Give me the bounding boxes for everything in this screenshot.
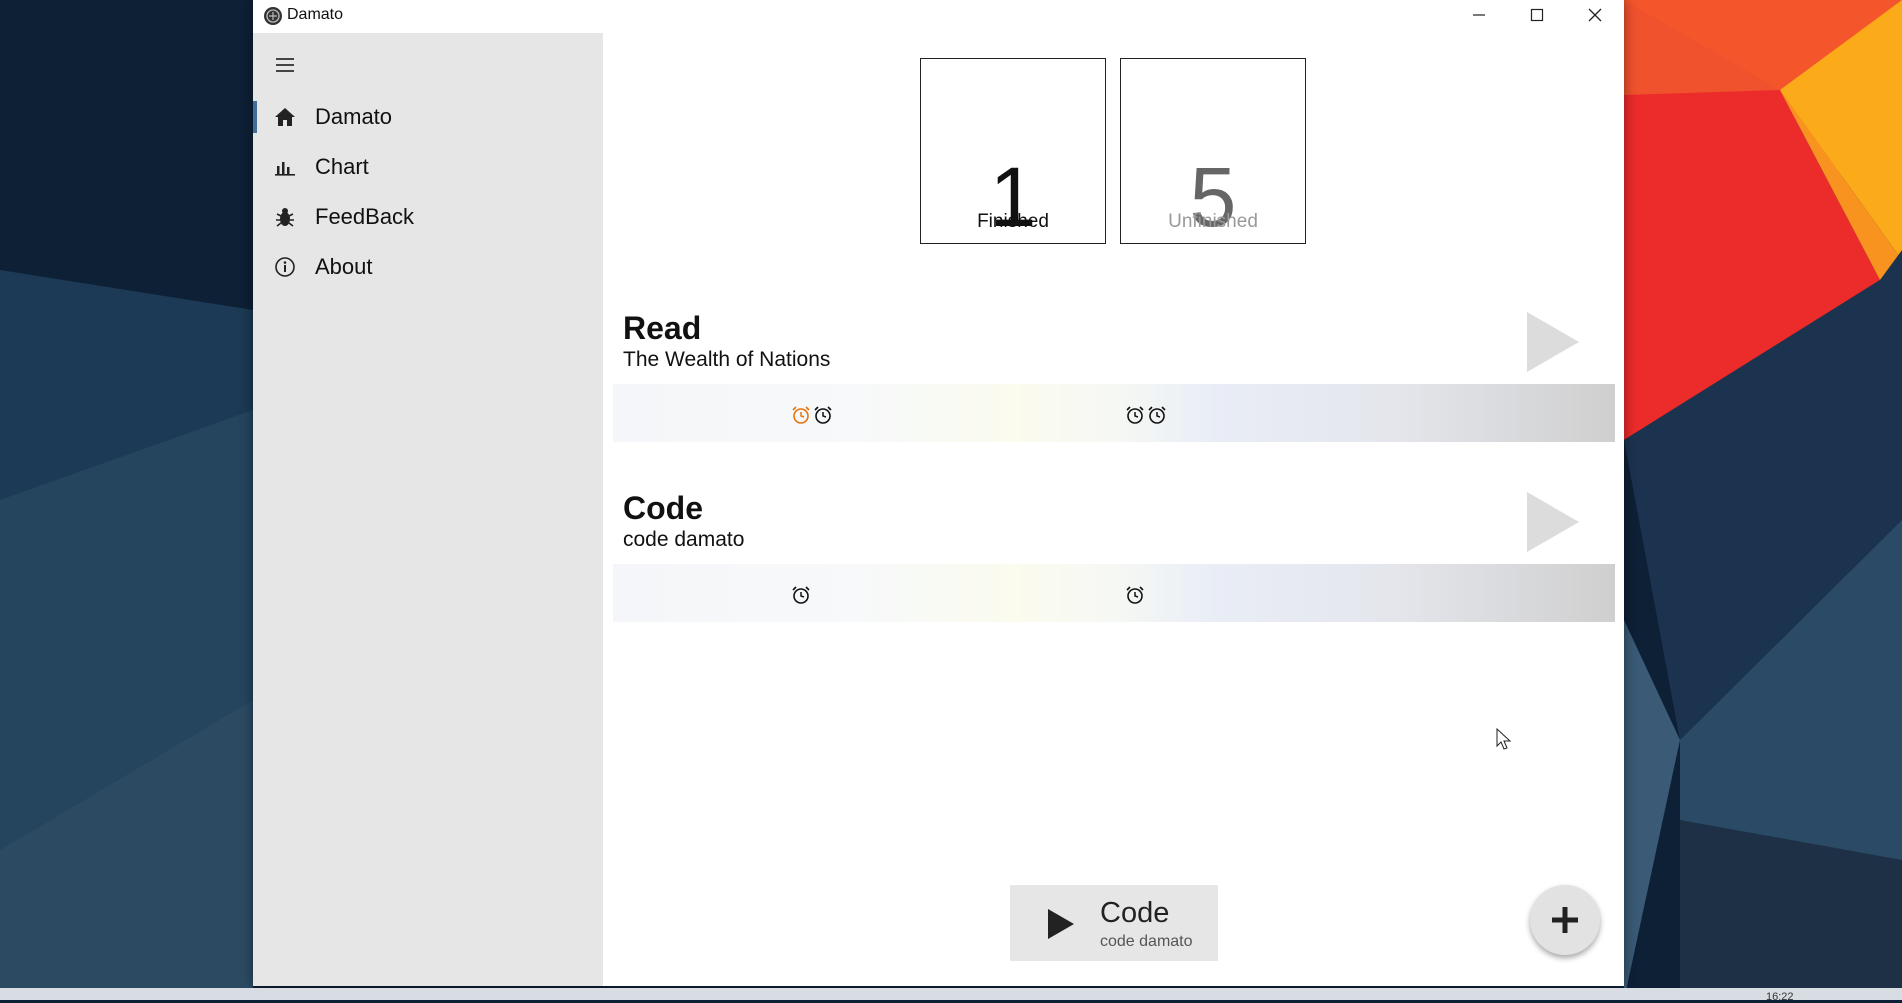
current-task-button[interactable]: Code code damato	[1010, 885, 1218, 961]
hamburger-menu-button[interactable]	[273, 53, 297, 77]
maximize-button[interactable]	[1508, 0, 1566, 30]
taskbar-clock: 16:22	[1766, 991, 1794, 1003]
plus-icon	[1552, 907, 1578, 933]
current-task-subtitle: code damato	[1100, 933, 1193, 950]
task-subtitle: code damato	[623, 528, 745, 551]
hamburger-icon	[276, 58, 294, 72]
alarm-clock-icon	[1148, 406, 1166, 424]
alarm-clock-icon-active	[792, 406, 810, 424]
finished-count-card: 1 Finished	[920, 58, 1106, 244]
start-task-button[interactable]	[1527, 492, 1579, 552]
alarm-clock-icon	[814, 406, 832, 424]
sidebar-item-label: Chart	[315, 154, 369, 179]
sidebar-item-chart[interactable]: Chart	[253, 145, 603, 189]
add-task-button[interactable]	[1530, 885, 1600, 955]
finished-label: Finished	[977, 211, 1049, 232]
minimize-icon	[1473, 14, 1485, 16]
alarm-group	[791, 585, 811, 605]
sidebar-item-label: FeedBack	[315, 204, 415, 229]
alarm-clock-icon	[792, 586, 810, 604]
alarm-group	[1125, 585, 1145, 605]
sidebar-item-about[interactable]: About	[253, 245, 603, 289]
maximize-icon	[1530, 8, 1544, 22]
close-button[interactable]	[1566, 0, 1624, 30]
play-icon	[1048, 909, 1074, 939]
chart-icon	[273, 155, 297, 179]
home-icon	[273, 105, 297, 129]
window-title: Damato	[287, 6, 344, 23]
title-bar[interactable]: Damato	[253, 0, 1624, 33]
task-title: Code	[623, 490, 703, 526]
alarm-group	[1125, 405, 1167, 425]
task-progress-bar	[613, 564, 1615, 622]
task-progress-bar	[613, 384, 1615, 442]
current-task-title: Code	[1100, 897, 1170, 929]
task-card[interactable]: Read The Wealth of Nations	[613, 310, 1615, 470]
app-window: Damato Damato Chart FeedBack About 1 Fin…	[253, 0, 1624, 986]
alarm-clock-icon	[1126, 586, 1144, 604]
sidebar-item-label: About	[315, 254, 373, 279]
app-logo-icon	[263, 6, 283, 26]
unfinished-label: Unfinished	[1168, 211, 1258, 232]
minimize-button[interactable]	[1450, 0, 1508, 30]
navigation-sidebar: Damato Chart FeedBack About	[253, 33, 603, 986]
task-title: Read	[623, 310, 702, 346]
taskbar: 16:22	[0, 988, 1902, 1003]
bug-icon	[273, 205, 297, 229]
info-icon	[273, 255, 297, 279]
mouse-cursor-icon	[1496, 728, 1512, 750]
sidebar-item-damato[interactable]: Damato	[253, 95, 603, 139]
sidebar-item-label: Damato	[315, 104, 393, 129]
unfinished-count-card: 5 Unfinished	[1120, 58, 1306, 244]
alarm-clock-icon	[1126, 406, 1144, 424]
alarm-group	[791, 405, 833, 425]
start-task-button[interactable]	[1527, 312, 1579, 372]
task-card[interactable]: Code code damato	[613, 490, 1615, 650]
task-subtitle: The Wealth of Nations	[623, 348, 831, 371]
close-icon	[1588, 8, 1602, 22]
sidebar-item-feedback[interactable]: FeedBack	[253, 195, 603, 239]
